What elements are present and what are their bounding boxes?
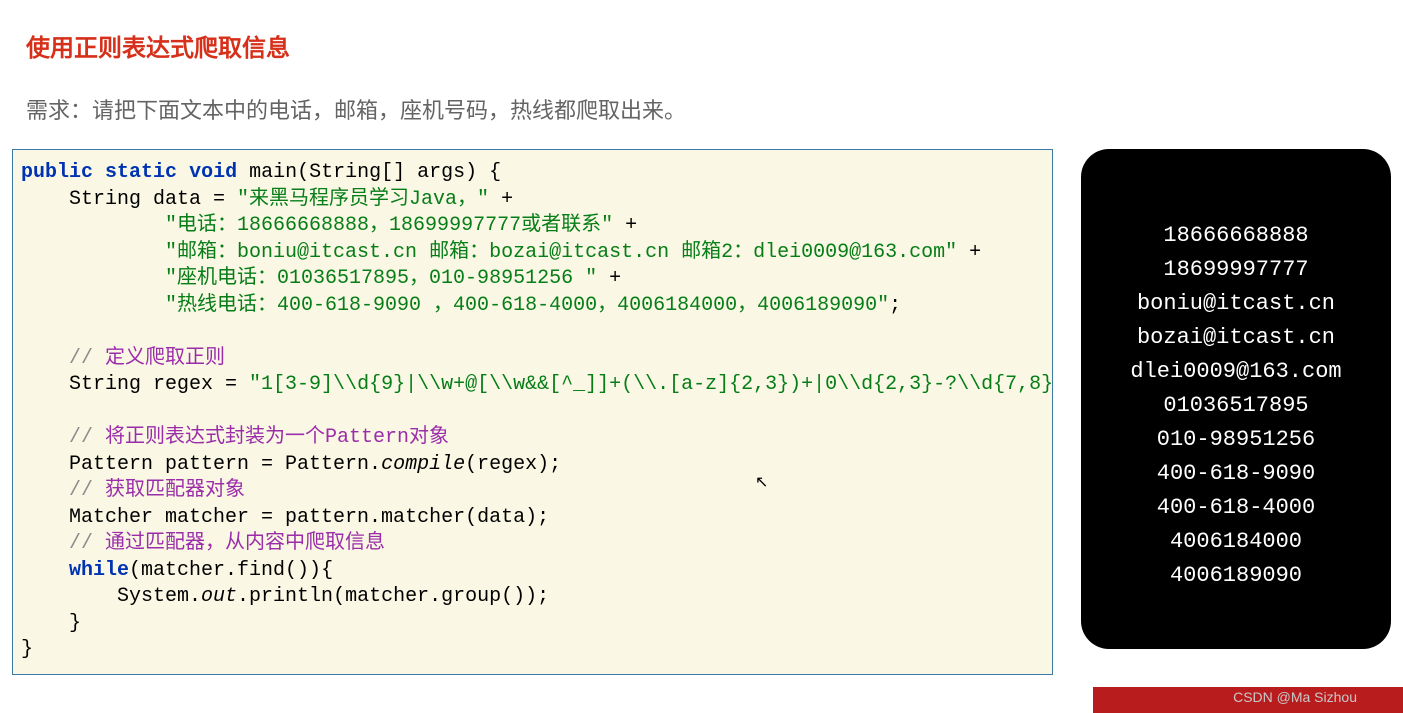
l4p [21,241,165,264]
s3: "电话：18666668888，18699997777或者联系" [165,214,613,237]
c4p: // [21,532,105,555]
out-9: 4006184000 [1091,525,1381,559]
out-4: dlei0009@163.com [1091,355,1381,389]
l15b: out [201,585,237,608]
s6: "热线电话：400-618-9090 ，400-618-4000，4006184… [165,294,889,317]
l15c: .println(matcher.group()); [237,585,549,608]
l5p [21,267,165,290]
l10b: compile [381,453,465,476]
c1p: // [21,347,105,370]
p3: + [613,214,637,237]
c3p: // [21,479,105,502]
semi1: ; [889,294,901,317]
subtitle-text: 需求：请把下面文本中的电话，邮箱，座机号码，热线都爬取出来。 [26,93,1403,125]
s5: "座机电话：01036517895，010-98951256 " [165,267,597,290]
c2t: 将正则表达式封装为一个Pattern对象 [105,426,449,449]
kw-while: while [69,559,129,582]
out-6: 010-98951256 [1091,423,1381,457]
out-3: bozai@itcast.cn [1091,321,1381,355]
kw-void: void [189,161,237,184]
p2: + [489,188,513,211]
c2p: // [21,426,105,449]
page-title: 使用正则表达式爬取信息 [26,28,1403,63]
l12: Matcher matcher = pattern.matcher(data); [21,506,549,529]
out-8: 400-618-4000 [1091,491,1381,525]
c1t: 定义爬取正则 [105,347,225,370]
out-7: 400-618-9090 [1091,457,1381,491]
out-0: 18666668888 [1091,219,1381,253]
kw-static: static [105,161,177,184]
p4: + [957,241,981,264]
l17: } [21,638,33,661]
l15a: System. [21,585,201,608]
c4t: 通过匹配器，从内容中爬取信息 [105,532,385,555]
s8: "1[3-9]\\d{9}|\\w+@[\\w&&[^_]]+(\\.[a-z]… [249,373,1053,396]
l16: } [21,612,81,635]
l6p [21,294,165,317]
main-sig: main(String[] args) { [237,161,501,184]
out-5: 01036517895 [1091,389,1381,423]
l14: (matcher.find()){ [129,559,333,582]
l2a: String data = [21,188,237,211]
l10: Pattern pattern = Pattern. [21,453,381,476]
out-2: boniu@itcast.cn [1091,287,1381,321]
watermark: CSDN @Ma Sizhou [1233,689,1357,705]
p5: + [597,267,621,290]
kw-public: public [21,161,93,184]
out-10: 4006189090 [1091,559,1381,593]
code-block: public static void main(String[] args) {… [12,149,1053,675]
output-panel: 18666668888 18699997777 boniu@itcast.cn … [1081,149,1391,649]
out-1: 18699997777 [1091,253,1381,287]
c3t: 获取匹配器对象 [105,479,245,502]
s4: "邮箱：boniu@itcast.cn 邮箱：bozai@itcast.cn 邮… [165,241,957,264]
l10c: (regex); [465,453,561,476]
l8a: String regex = [21,373,249,396]
content-row: public static void main(String[] args) {… [12,149,1403,675]
l3p [21,214,165,237]
s2: "来黑马程序员学习Java，" [237,188,489,211]
